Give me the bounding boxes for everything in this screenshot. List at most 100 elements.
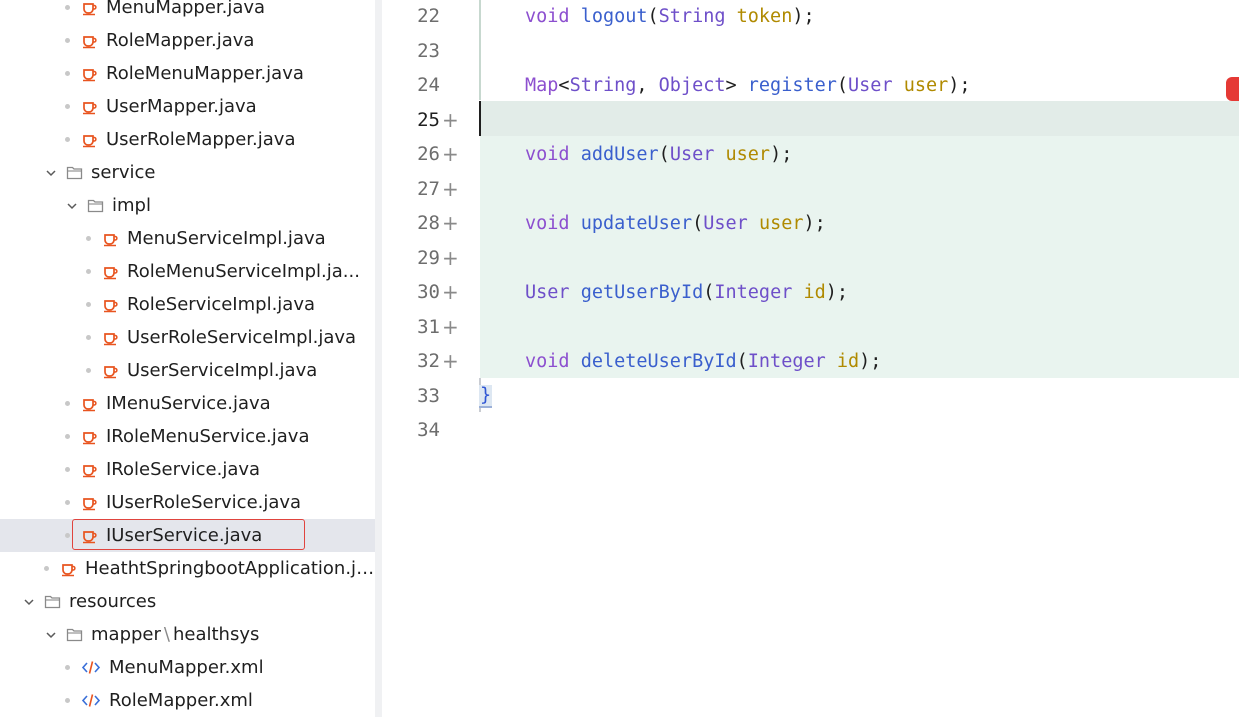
tree-item-rolemenumapper-java[interactable]: RoleMenuMapper.java: [0, 57, 375, 90]
chevron-down-icon[interactable]: [44, 166, 58, 180]
code-line[interactable]: 26 + void addUser(User user);: [382, 137, 1239, 171]
code-token: (: [736, 350, 748, 372]
tree-item-roleserviceimpl-java[interactable]: RoleServiceImpl.java: [0, 288, 375, 321]
code-token: void: [525, 212, 581, 234]
tree-item-iroleservice-java[interactable]: IRoleService.java: [0, 453, 375, 486]
code-line[interactable]: 29 +: [382, 241, 1239, 275]
code-line[interactable]: 28 + void updateUser(User user);: [382, 206, 1239, 240]
tree-item-rolemenuserviceimpl-ja[interactable]: RoleMenuServiceImpl.ja...: [0, 255, 375, 288]
code-token: User: [703, 212, 759, 234]
tree-item-mapper[interactable]: mapper \ healthsys: [0, 618, 375, 651]
code-token: register: [747, 74, 837, 96]
tree-item-userserviceimpl-java[interactable]: UserServiceImpl.java: [0, 354, 375, 387]
code-token: );: [825, 281, 849, 303]
tree-bullet: [65, 698, 70, 703]
code-token: String: [658, 5, 737, 27]
code-text: void logout(String token);: [525, 6, 815, 27]
tree-item-resources[interactable]: resources: [0, 585, 375, 618]
tree-item-label: RoleMenuMapper.java: [106, 63, 304, 84]
change-marker: +: [442, 245, 459, 270]
tree-bullet: [65, 434, 70, 439]
project-tree: MenuMapper.java RoleMapper.java RoleMenuMa…: [0, 0, 375, 717]
tree-item-userroleserviceimpl-java[interactable]: UserRoleServiceImpl.java: [0, 321, 375, 354]
tree-item-impl[interactable]: impl: [0, 189, 375, 222]
tree-bullet: [65, 500, 70, 505]
tree-bullet: [65, 5, 70, 10]
code-token: user: [903, 74, 949, 96]
panel-splitter[interactable]: [375, 0, 382, 717]
tree-item-usermapper-java[interactable]: UserMapper.java: [0, 90, 375, 123]
tree-item-irolemenuservice-java[interactable]: IRoleMenuService.java: [0, 420, 375, 453]
code-editor[interactable]: 22 void logout(String token); 23 24 Map<Stri…: [382, 0, 1239, 717]
tree-item-label: IUserRoleService.java: [106, 492, 302, 513]
line-number: 31: [417, 315, 440, 338]
tree-item-label: mapper: [91, 624, 161, 645]
tree-item-menumapper-java[interactable]: MenuMapper.java: [0, 0, 375, 24]
code-line[interactable]: 32 + void deleteUserById(Integer id);: [382, 344, 1239, 378]
code-line[interactable]: 34: [382, 413, 1239, 447]
tree-item-userrolemapper-java[interactable]: UserRoleMapper.java: [0, 123, 375, 156]
tree-item-label: HeathtSpringbootApplication.ja...: [85, 558, 375, 579]
chevron-down-icon[interactable]: [44, 628, 58, 642]
java-class-icon: [81, 461, 98, 478]
line-number: 29: [417, 246, 440, 269]
code-line[interactable]: 22 void logout(String token);: [382, 0, 1239, 33]
code-line[interactable]: 31 +: [382, 310, 1239, 344]
tree-bullet: [86, 368, 91, 373]
code-token: >: [725, 74, 748, 96]
tree-item-menuserviceimpl-java[interactable]: MenuServiceImpl.java: [0, 222, 375, 255]
code-token: updateUser: [580, 212, 693, 234]
tree-bullet: [86, 302, 91, 307]
change-marker: +: [442, 107, 459, 132]
code-text: void updateUser(User user);: [525, 213, 826, 234]
tree-item-label: IUserService.java: [106, 525, 263, 546]
xml-file-icon: [81, 659, 101, 676]
tree-item-label: MenuMapper.xml: [109, 657, 264, 678]
line-number: 25: [417, 108, 440, 131]
error-stripe-marker[interactable]: [1226, 77, 1239, 101]
code-line[interactable]: 23: [382, 34, 1239, 68]
code-line[interactable]: 33}: [382, 379, 1239, 413]
tree-item-service[interactable]: service: [0, 156, 375, 189]
tree-item-label: UserRoleMapper.java: [106, 129, 296, 150]
code-token: (: [647, 5, 659, 27]
line-number: 28: [417, 212, 440, 234]
code-token: addUser: [580, 143, 659, 165]
code-token: id: [803, 281, 826, 303]
project-tree-items: MenuMapper.java RoleMapper.java RoleMenuMa…: [0, 0, 375, 717]
code-token: (: [658, 143, 670, 165]
code-token: User: [525, 281, 581, 303]
tree-bullet: [86, 236, 91, 241]
change-marker: +: [442, 176, 459, 201]
code-token: void: [525, 350, 581, 372]
folder-icon: [66, 164, 83, 181]
code-token: void: [525, 143, 581, 165]
line-number: 26: [417, 143, 440, 165]
code-token: Object: [658, 74, 726, 96]
change-marker: +: [442, 142, 459, 166]
code-token: ,: [636, 74, 659, 96]
tree-item-iuserroleservice-java[interactable]: IUserRoleService.java: [0, 486, 375, 519]
tree-item-iuserservice-java[interactable]: IUserService.java: [0, 519, 375, 552]
java-class-icon: [81, 98, 98, 115]
java-class-icon: [81, 527, 98, 544]
chevron-down-icon[interactable]: [65, 199, 79, 213]
java-class-icon: [102, 296, 119, 313]
tree-item-heathtspringbootapplication-ja[interactable]: HeathtSpringbootApplication.ja...: [0, 552, 375, 585]
code-line[interactable]: 24 Map<String, Object> register(User user…: [382, 68, 1239, 102]
tree-item-rolemapper-xml[interactable]: RoleMapper.xml: [0, 684, 375, 717]
code-token: (: [836, 74, 849, 96]
tree-item-menumapper-xml[interactable]: MenuMapper.xml: [0, 651, 375, 684]
code-line[interactable]: 30 + User getUserById(Integer id);: [382, 275, 1239, 309]
code-token: }: [479, 385, 493, 408]
code-token: getUserById: [580, 281, 704, 303]
tree-item-imenuservice-java[interactable]: IMenuService.java: [0, 387, 375, 420]
code-token: User: [848, 74, 904, 96]
code-line[interactable]: 25 +: [382, 103, 1239, 137]
line-number: 24: [417, 74, 440, 96]
code-line[interactable]: 27 +: [382, 172, 1239, 206]
tree-item-label: UserServiceImpl.java: [127, 360, 318, 381]
tree-item-label: RoleServiceImpl.java: [127, 294, 316, 315]
tree-item-rolemapper-java[interactable]: RoleMapper.java: [0, 24, 375, 57]
chevron-down-icon[interactable]: [22, 595, 36, 609]
